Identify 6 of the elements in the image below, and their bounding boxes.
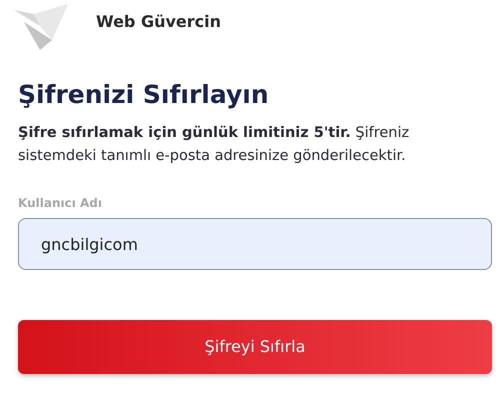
username-label: Kullanıcı Adı: [18, 195, 102, 212]
reset-password-button[interactable]: Şifreyi Sıfırla: [18, 320, 492, 374]
page-title: Şifrenizi Sıfırlayın: [18, 80, 270, 110]
brand-name: Web Güvercin: [96, 11, 222, 33]
description-text: Şifre sıfırlamak için günlük limitiniz 5'tir. Şifreniz sistemdeki tanımlı e-posta adresinize gönderilecektir.: [18, 124, 410, 166]
username-field[interactable]: gncbilgicom: [18, 218, 492, 270]
